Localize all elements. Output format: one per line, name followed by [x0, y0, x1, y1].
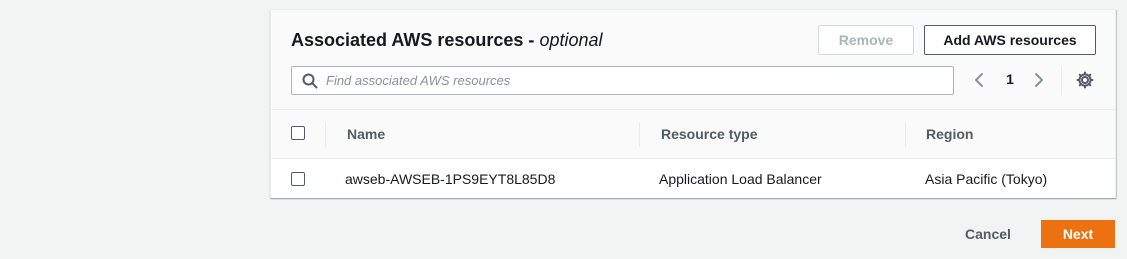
- table-header: Name Resource type Region: [271, 110, 1115, 159]
- cancel-button[interactable]: Cancel: [950, 220, 1026, 248]
- page-number[interactable]: 1: [1001, 71, 1019, 87]
- chevron-left-icon[interactable]: [969, 70, 989, 90]
- row-name: awseb-AWSEB-1PS9EYT8L85D8: [345, 171, 556, 187]
- column-divider: [639, 122, 640, 147]
- table-row[interactable]: awseb-AWSEB-1PS9EYT8L85D8 Application Lo…: [271, 159, 1115, 198]
- panel-title: Associated AWS resources - optional: [291, 30, 603, 51]
- associated-resources-panel: Associated AWS resources - optional Remo…: [270, 9, 1116, 198]
- search-box[interactable]: [291, 66, 954, 95]
- row-region: Asia Pacific (Tokyo): [925, 171, 1048, 187]
- column-header-resource-type[interactable]: Resource type: [661, 126, 757, 142]
- add-aws-resources-button[interactable]: Add AWS resources: [924, 25, 1096, 55]
- panel-header: Associated AWS resources - optional Remo…: [271, 10, 1115, 110]
- panel-title-text: Associated AWS resources -: [291, 30, 540, 50]
- gear-icon[interactable]: [1075, 70, 1095, 90]
- column-divider: [905, 122, 906, 147]
- column-header-region[interactable]: Region: [926, 126, 973, 142]
- next-button[interactable]: Next: [1041, 220, 1115, 248]
- remove-button[interactable]: Remove: [818, 25, 914, 55]
- column-divider: [325, 122, 326, 147]
- pager-divider: [1061, 66, 1062, 95]
- select-all-checkbox[interactable]: [291, 126, 305, 140]
- row-resource-type: Application Load Balancer: [659, 171, 822, 187]
- column-header-name[interactable]: Name: [347, 126, 385, 142]
- panel-title-optional: optional: [539, 30, 603, 50]
- row-checkbox[interactable]: [291, 172, 305, 186]
- search-icon: [302, 73, 318, 89]
- search-input[interactable]: [326, 67, 926, 94]
- chevron-right-icon[interactable]: [1029, 70, 1049, 90]
